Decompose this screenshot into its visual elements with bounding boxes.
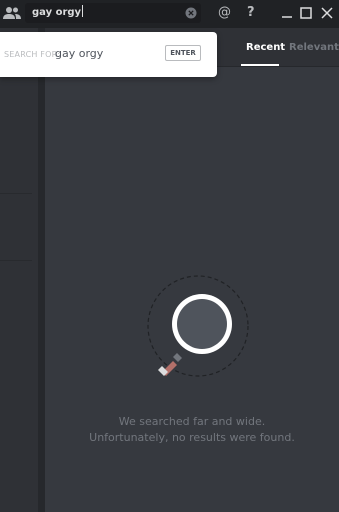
empty-state-message: We searched far and wide. Unfortunately,… [45,414,339,446]
search-for-label: SEARCH FOR: [4,50,61,59]
minimize-icon[interactable] [280,6,294,20]
clear-search-icon[interactable] [185,7,197,19]
maximize-icon[interactable] [299,6,313,20]
empty-state-line1: We searched far and wide. [118,415,266,428]
magnifier-icon [147,275,249,377]
search-input[interactable]: gay orgy [25,3,201,23]
search-suggestion-popup[interactable]: SEARCH FOR: gay orgy ENTER [0,32,217,77]
channel-sidebar [0,28,38,512]
help-icon[interactable]: ? [247,5,255,21]
close-icon[interactable] [320,6,334,20]
empty-state-line2: Unfortunately, no results were found. [89,431,295,444]
enter-button[interactable]: ENTER [165,45,201,61]
search-for-query[interactable]: gay orgy [55,47,103,61]
title-bar: gay orgy @ ? [0,0,339,28]
tab-recent[interactable]: Recent [246,42,285,54]
at-icon[interactable]: @ [218,5,231,21]
tab-relevant[interactable]: Relevant [289,42,339,54]
friends-icon[interactable] [3,5,21,21]
search-results-panel: Recent Relevant We searched far and wide… [45,28,339,512]
active-tab-indicator [241,64,279,66]
sidebar-divider [0,193,32,194]
sidebar-divider [0,260,32,261]
search-query-text: gay orgy [32,5,84,18]
sidebar-scrollbar[interactable] [38,28,45,512]
